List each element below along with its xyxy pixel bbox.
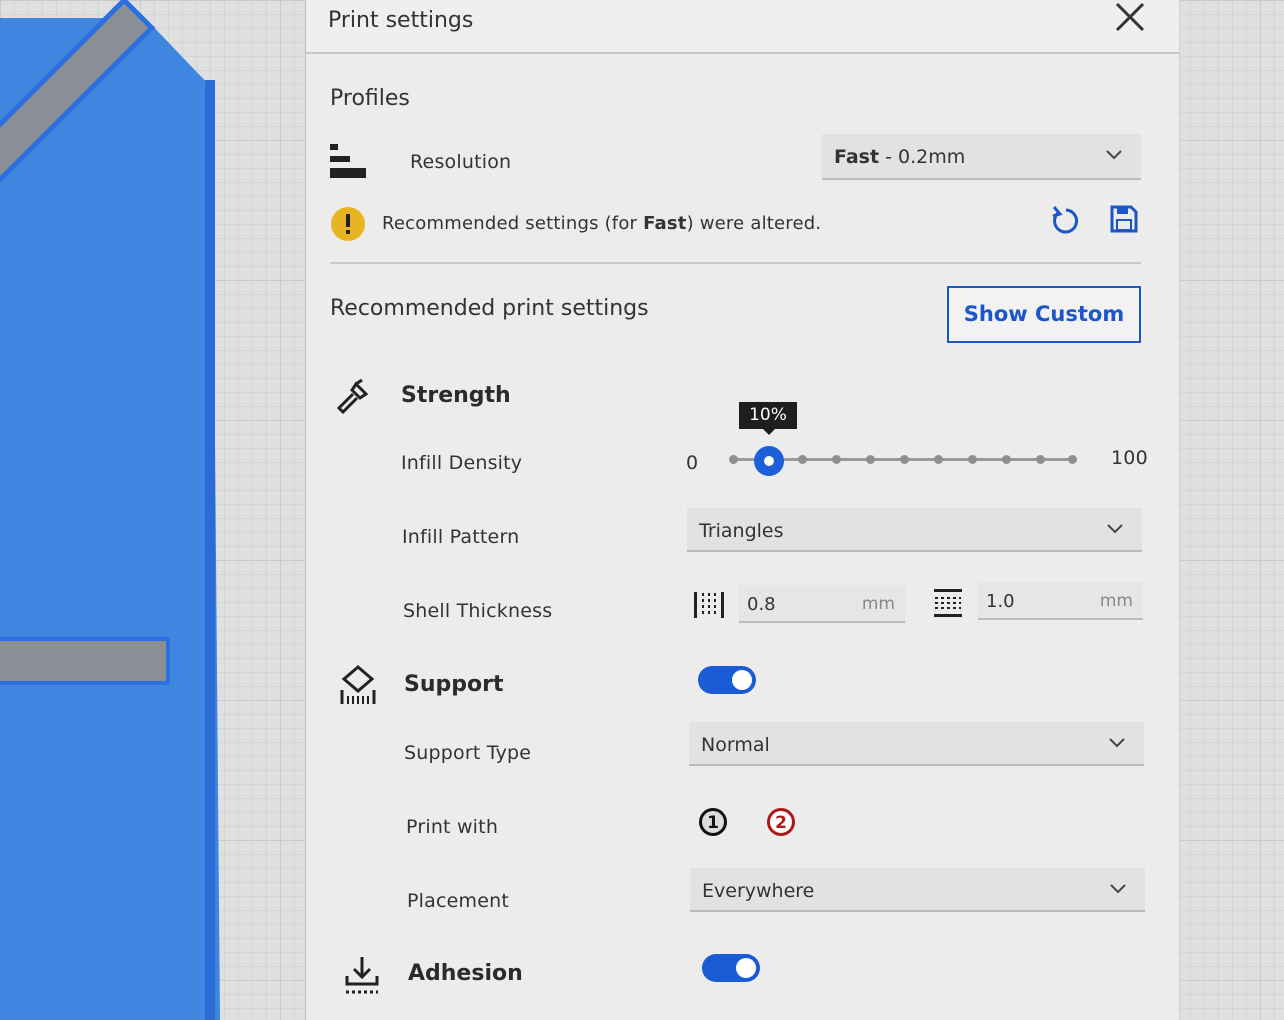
support-type-value: Normal xyxy=(701,734,770,756)
adhesion-toggle[interactable] xyxy=(702,954,760,982)
recommended-title: Recommended print settings xyxy=(330,296,649,321)
top-bottom-thickness-unit: mm xyxy=(1099,591,1133,611)
top-bottom-thickness-icon xyxy=(934,589,962,617)
slider-tick xyxy=(798,455,807,464)
slider-min-label: 0 xyxy=(686,452,699,474)
toggle-knob xyxy=(732,670,752,690)
slider-tick xyxy=(968,455,977,464)
slider-tick xyxy=(934,455,943,464)
chevron-down-icon xyxy=(1110,884,1126,894)
resolution-label: Resolution xyxy=(410,151,512,173)
slider-tick xyxy=(1036,455,1045,464)
wall-thickness-input[interactable]: 0.8 mm xyxy=(739,585,905,623)
model-horizontal-bar xyxy=(0,637,170,685)
top-bottom-thickness-value: 1.0 xyxy=(986,591,1015,612)
model-edge xyxy=(205,80,215,1020)
model-part[interactable] xyxy=(0,18,220,1020)
resolution-value: Fast xyxy=(834,146,880,168)
warning-prefix: Recommended settings (for xyxy=(382,213,644,234)
top-bottom-thickness-input[interactable]: 1.0 mm xyxy=(978,582,1143,620)
shell-thickness-label: Shell Thickness xyxy=(403,600,553,622)
infill-pattern-label: Infill Pattern xyxy=(402,526,520,548)
show-custom-button[interactable]: Show Custom xyxy=(947,286,1141,343)
close-icon[interactable] xyxy=(1111,0,1151,40)
extruder-1-button[interactable]: 1 xyxy=(699,808,727,836)
chevron-down-icon xyxy=(1109,738,1125,748)
panel-title: Print settings xyxy=(328,8,474,33)
warning-icon xyxy=(331,207,365,241)
divider xyxy=(330,262,1141,264)
support-icon xyxy=(340,665,376,704)
placement-label: Placement xyxy=(407,890,510,912)
resolution-dropdown[interactable]: Fast - 0.2mm xyxy=(822,134,1141,180)
print-settings-panel: Print settings Profiles Resolution Fast … xyxy=(305,0,1180,1020)
panel-header: Print settings xyxy=(306,0,1179,54)
profiles-title: Profiles xyxy=(330,86,410,111)
support-type-label: Support Type xyxy=(404,742,532,764)
infill-density-slider-handle[interactable] xyxy=(754,446,784,476)
placement-value: Everywhere xyxy=(702,880,815,902)
adhesion-heading: Adhesion xyxy=(408,961,523,986)
infill-pattern-value: Triangles xyxy=(699,520,784,542)
slider-tick xyxy=(1068,455,1077,464)
wall-thickness-value: 0.8 xyxy=(747,594,776,615)
wall-thickness-unit: mm xyxy=(861,594,895,614)
infill-pattern-dropdown[interactable]: Triangles xyxy=(687,508,1142,552)
chevron-down-icon xyxy=(1106,150,1122,160)
infill-density-label: Infill Density xyxy=(401,452,523,474)
toggle-knob xyxy=(736,958,756,978)
print-with-label: Print with xyxy=(406,816,499,838)
support-toggle[interactable] xyxy=(698,666,756,694)
resolution-detail: - 0.2mm xyxy=(879,146,966,168)
slider-tooltip-arrow xyxy=(763,429,775,435)
extruder-2-button[interactable]: 2 xyxy=(767,808,795,836)
slider-tick xyxy=(729,455,738,464)
chevron-down-icon xyxy=(1107,524,1123,534)
slider-tick xyxy=(832,455,841,464)
slider-tooltip: 10% xyxy=(739,402,797,429)
reset-icon[interactable] xyxy=(1050,204,1080,236)
resolution-icon xyxy=(330,144,366,178)
altered-warning: Recommended settings (for Fast) were alt… xyxy=(382,213,821,234)
slider-tick xyxy=(900,455,909,464)
adhesion-icon xyxy=(345,957,379,994)
3d-viewport[interactable] xyxy=(0,0,306,1020)
wall-thickness-icon xyxy=(694,592,724,618)
warning-profile-name: Fast xyxy=(643,213,687,234)
support-heading: Support xyxy=(404,672,504,697)
slider-max-label: 100 xyxy=(1111,447,1148,469)
slider-tick xyxy=(1002,455,1011,464)
support-type-dropdown[interactable]: Normal xyxy=(689,722,1144,766)
warning-suffix: ) were altered. xyxy=(686,213,822,234)
strength-heading: Strength xyxy=(401,383,511,408)
slider-tick xyxy=(866,455,875,464)
save-icon[interactable] xyxy=(1109,204,1139,234)
placement-dropdown[interactable]: Everywhere xyxy=(690,868,1145,912)
hammer-icon xyxy=(336,378,369,415)
